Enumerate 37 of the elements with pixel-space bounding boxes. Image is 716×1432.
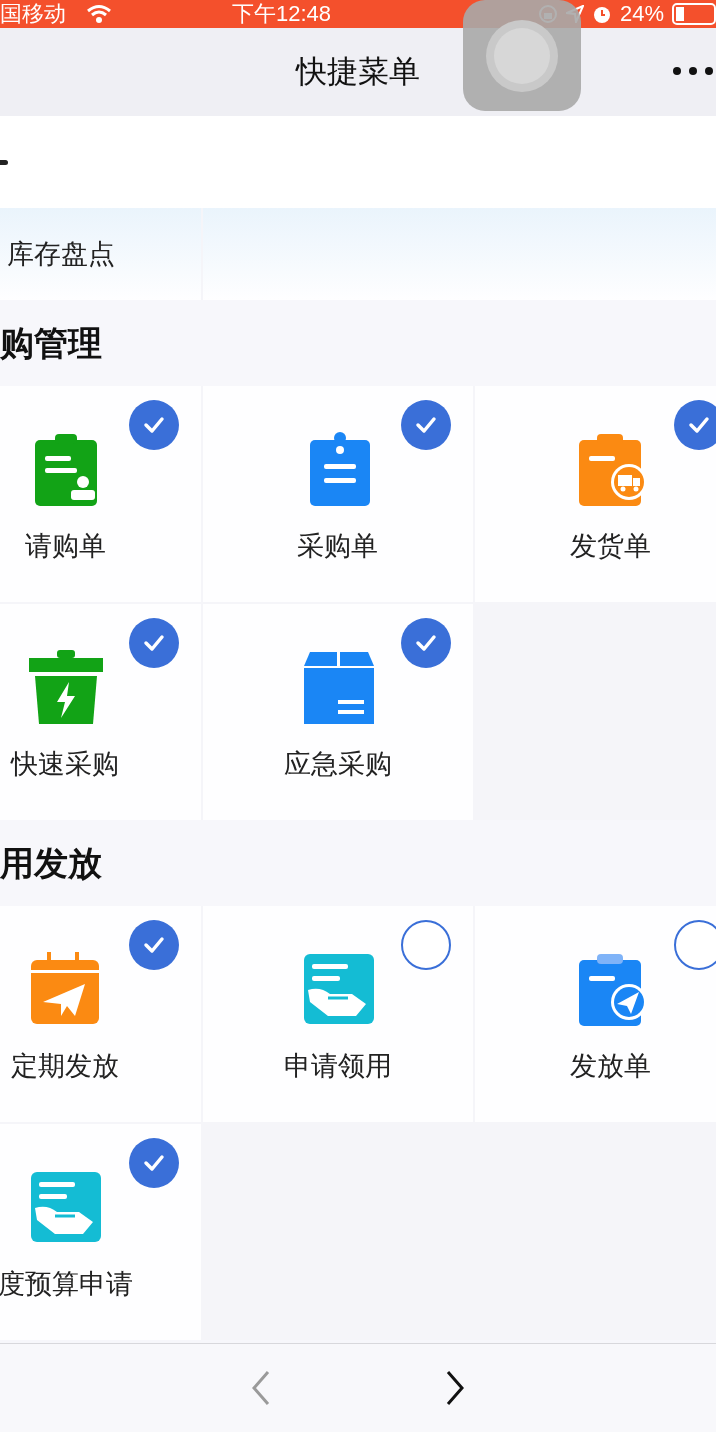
menu-item[interactable]: 采购单 [202, 386, 474, 602]
check-icon[interactable] [128, 400, 179, 450]
check-icon[interactable] [128, 1138, 179, 1188]
section-title: 用发放 [0, 842, 102, 884]
menu-item-label: 应急采购 [284, 748, 392, 781]
menu-item-label: 快速采购 [11, 748, 120, 781]
menu-item[interactable]: 发放单 [475, 906, 716, 1122]
menu-item[interactable]: 库存盘点 [0, 208, 201, 300]
menu-item-label: 发放单 [570, 1050, 652, 1083]
menu-item[interactable]: 应急采购 [202, 604, 474, 820]
menu-item[interactable]: 快速采购 [0, 604, 201, 820]
menu-item-label: 采购单 [297, 530, 379, 563]
menu-item-label: 申请领用 [284, 1050, 392, 1083]
carrier-name: 国移动 [0, 3, 66, 25]
alarm-icon [591, 4, 612, 24]
menu-item-label: 请购单 [24, 530, 106, 563]
chevron-right-icon [444, 1370, 466, 1406]
check-icon[interactable] [401, 618, 452, 668]
menu-item-label: 发货单 [570, 530, 652, 563]
menu-item-label: 定期发放 [11, 1050, 120, 1083]
battery-percent: 24% [619, 3, 664, 25]
check-icon[interactable] [128, 618, 179, 668]
more-icon[interactable] [672, 66, 714, 76]
check-icon[interactable] [401, 400, 452, 450]
check-icon[interactable] [128, 920, 179, 970]
page-title: 快捷菜单 [296, 52, 420, 91]
menu-item-label: 库存盘点 [7, 237, 115, 271]
battery-icon [672, 3, 716, 25]
chevron-left-icon [250, 1370, 272, 1406]
menu-item[interactable]: 请购单 [0, 386, 201, 602]
check-icon[interactable] [674, 400, 716, 450]
menu-item[interactable]: 定期发放 [0, 906, 201, 1122]
menu-item[interactable]: 申请领用 [202, 906, 474, 1122]
clock-time: 下午12:48 [232, 3, 332, 25]
bin-bolt-icon [27, 648, 104, 724]
wifi-icon [86, 4, 112, 24]
menu-item[interactable]: 发货单 [475, 386, 716, 602]
